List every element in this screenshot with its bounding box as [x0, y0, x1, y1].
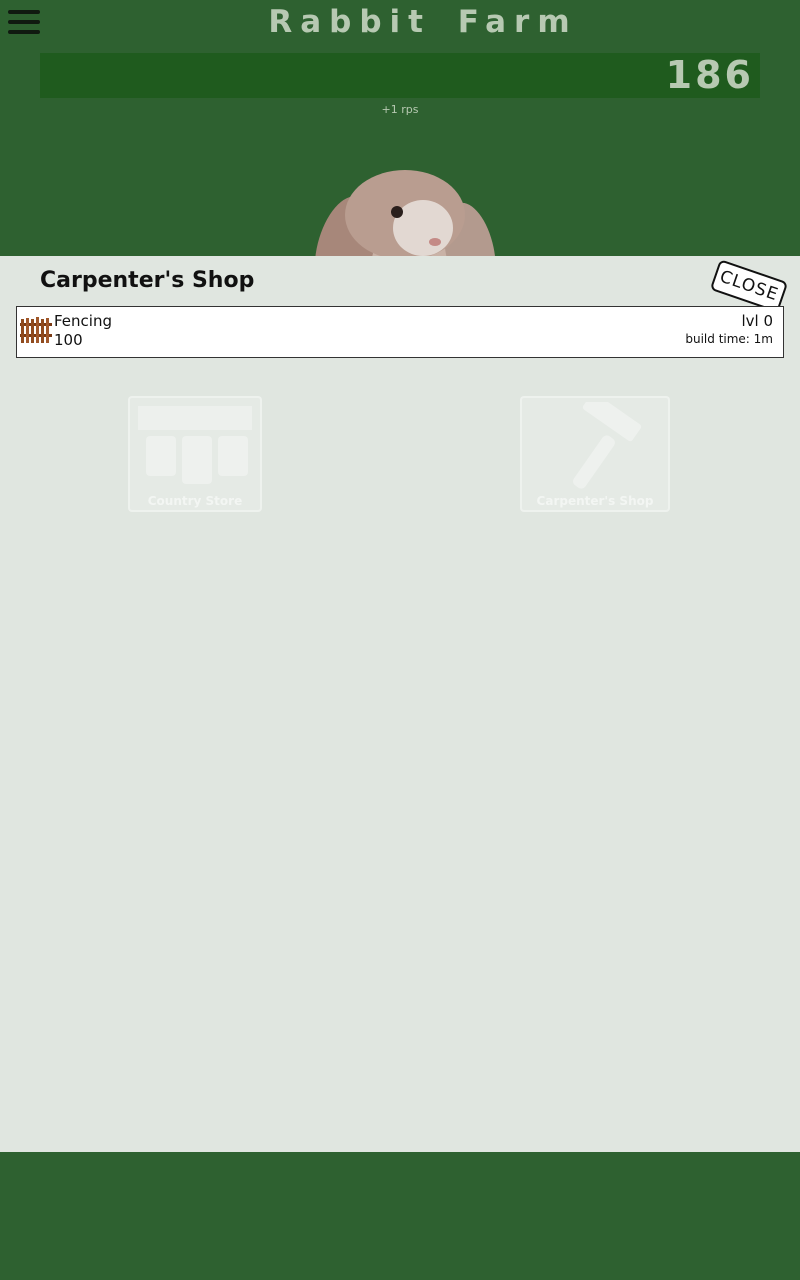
country-store-label: Country Store [147, 494, 243, 508]
list-item-fencing[interactable]: Fencing 100 lvl 0 build time: 1m [16, 306, 784, 358]
fence-icon [20, 317, 52, 343]
carpenters-shop-modal: Carpenter's Shop CLOSE Fencing 100 lvl 0… [0, 256, 800, 1152]
item-name: Fencing [54, 312, 112, 330]
header: Rabbit Farm 186 +1 rps [0, 0, 800, 310]
carpenters-shop-label: Carpenter's Shop [536, 494, 654, 508]
modal-title: Carpenter's Shop [40, 268, 255, 293]
item-cost: 100 [54, 331, 83, 349]
app-title: Rabbit Farm [268, 4, 578, 40]
hammer-icon [573, 402, 642, 489]
rate-text: +1 rps [381, 103, 419, 116]
country-store-building: Country Store [128, 396, 262, 512]
item-build-time: build time: 1m [685, 332, 773, 346]
item-level: lvl 0 [741, 312, 773, 330]
close-button[interactable]: CLOSE [709, 259, 789, 313]
carpenters-shop-building: Carpenter's Shop [520, 396, 670, 512]
footer [0, 1152, 800, 1280]
score-value: 186 [665, 53, 754, 97]
score-bar: 186 [40, 53, 760, 98]
